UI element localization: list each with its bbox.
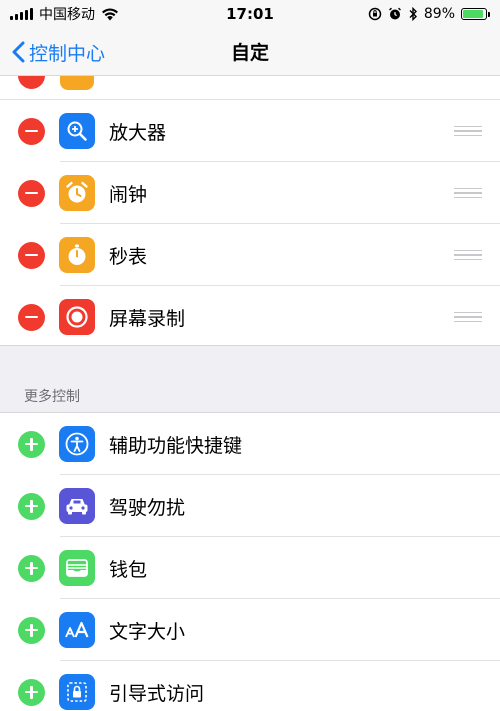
control-row-stopwatch: 秒表 (0, 224, 500, 286)
control-label: 屏幕录制 (109, 307, 186, 330)
app-icon (60, 76, 94, 90)
remove-button[interactable] (18, 241, 45, 269)
wifi-icon (102, 7, 118, 20)
control-label: 文字大小 (109, 620, 186, 643)
remove-button[interactable] (18, 76, 45, 89)
car-icon (59, 488, 95, 524)
alarm-status-icon (388, 7, 401, 20)
magnifier-icon (59, 113, 95, 149)
control-row-accessibility-shortcut: 辅助功能快捷键 (0, 413, 500, 475)
remove-button[interactable] (18, 179, 45, 207)
control-label: 引导式访问 (109, 682, 205, 705)
back-button-label: 控制中心 (29, 42, 106, 65)
wallet-icon (59, 550, 95, 586)
control-label: 秒表 (109, 245, 148, 268)
text-size-icon (59, 612, 95, 648)
reorder-handle[interactable] (454, 249, 482, 261)
navigation-bar: 控制中心 自定 (0, 28, 500, 76)
accessibility-icon (59, 426, 95, 462)
control-row-guided-access: 引导式访问 (0, 661, 500, 711)
remove-button[interactable] (18, 117, 45, 145)
screen-record-icon (59, 299, 95, 335)
control-row-wallet: 钱包 (0, 537, 500, 599)
reorder-handle[interactable] (454, 187, 482, 199)
stopwatch-icon (59, 237, 95, 273)
remove-button[interactable] (18, 303, 45, 331)
page-title: 自定 (230, 42, 269, 64)
add-button[interactable] (18, 430, 45, 458)
battery-icon (461, 8, 490, 20)
control-label: 钱包 (109, 558, 148, 581)
control-row-alarm: 闹钟 (0, 162, 500, 224)
reorder-handle[interactable] (454, 311, 482, 323)
control-label: 辅助功能快捷键 (109, 434, 243, 457)
control-label: 闹钟 (109, 183, 148, 206)
control-row-do-not-disturb-driving: 驾驶勿扰 (0, 475, 500, 537)
section-header-more-controls: 更多控制 (24, 389, 80, 405)
control-label: 放大器 (109, 121, 167, 144)
partially-visible-row (0, 76, 500, 100)
control-row-screen-recording: 屏幕录制 (0, 286, 500, 348)
alarm-clock-icon (59, 175, 95, 211)
add-button[interactable] (18, 616, 45, 644)
included-controls-list: 放大器 闹钟 秒表 屏幕录制 (0, 76, 500, 346)
status-bar: 中国移动 17:01 89% (0, 0, 500, 28)
back-button[interactable]: 控制中心 (12, 28, 105, 76)
control-label: 驾驶勿扰 (109, 496, 186, 519)
battery-percent: 89% (423, 6, 455, 22)
more-controls-list: 辅助功能快捷键 驾驶勿扰 钱包 文字大小 引导式访问 (0, 412, 500, 711)
control-row-magnifier: 放大器 (0, 100, 500, 162)
add-button[interactable] (18, 492, 45, 520)
add-button[interactable] (18, 678, 45, 706)
reorder-handle[interactable] (454, 125, 482, 137)
chevron-left-icon (12, 41, 25, 63)
add-button[interactable] (18, 554, 45, 582)
orientation-lock-icon (368, 7, 382, 21)
lock-icon (59, 674, 95, 710)
bluetooth-icon (409, 7, 417, 21)
cellular-signal-icon (10, 8, 33, 20)
control-row-text-size: 文字大小 (0, 599, 500, 661)
carrier-name: 中国移动 (39, 7, 95, 23)
